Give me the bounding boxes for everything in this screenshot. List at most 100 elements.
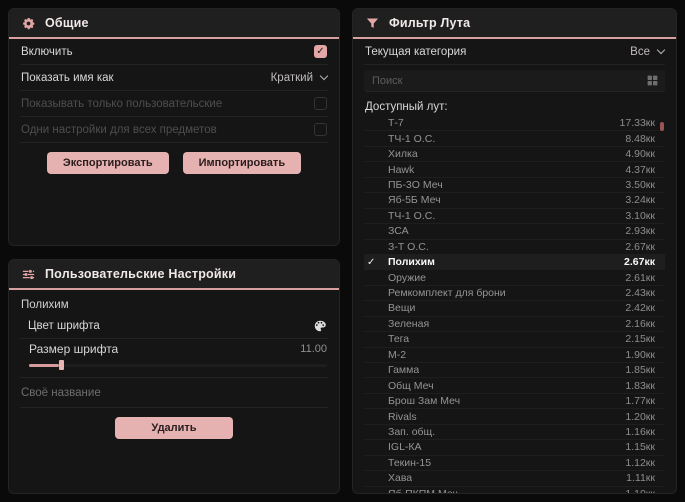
loot-list-item[interactable]: ✓ Зап. общ. 1.16кк (364, 425, 665, 441)
custom-settings-body: Полихим Цвет шрифта Размер шрифта 11.00 (9, 290, 339, 493)
loot-item-value: 1.10кк (625, 487, 655, 494)
delete-button[interactable]: Удалить (115, 417, 233, 439)
show-name-row: Показать имя как Краткий (20, 65, 329, 91)
loot-item-name: Яб-5Б Меч (388, 194, 441, 207)
loot-list-item[interactable]: ✓ Брош Зам Меч 1.77кк (364, 394, 665, 410)
loot-item-value: 1.11кк (626, 472, 655, 485)
loot-filter-header: Фильтр Лута (353, 9, 676, 39)
export-import-row: Экспортировать Импортировать (20, 143, 328, 180)
general-panel-body: Включить ✓ Показать имя как Краткий Пока… (9, 39, 339, 245)
loot-list-item[interactable]: ✓ ТЧ-1 О.С. 8.48кк (364, 131, 665, 147)
loot-item-value: 3.10кк (625, 209, 655, 222)
loot-list-item[interactable]: ✓ Гамма 1.85кк (364, 363, 665, 379)
loot-list-item[interactable]: ✓ Зеленая 2.16кк (364, 317, 665, 333)
loot-list-item[interactable]: ✓ Ремкомплект для брони 2.43кк (364, 286, 665, 302)
funnel-icon (365, 16, 380, 31)
loot-item-value: 4.37кк (625, 163, 655, 176)
custom-name-input[interactable] (20, 378, 328, 408)
loot-item-value: 2.67кк (625, 240, 655, 253)
loot-item-name: ЗСА (388, 225, 409, 238)
slider-thumb[interactable] (58, 360, 64, 370)
loot-item-name: Hawk (388, 163, 415, 176)
font-size-value: 11.00 (300, 343, 327, 355)
loot-list-item[interactable]: ✓ Rivals 1.20кк (364, 409, 665, 425)
loot-list-item[interactable]: ✓ Hawk 4.37кк (364, 162, 665, 178)
enable-checkbox[interactable]: ✓ (314, 45, 327, 58)
general-panel-title: Общие (45, 16, 89, 30)
enable-label: Включить (21, 45, 73, 58)
loot-item-name: Вещи (388, 302, 416, 315)
palette-icon[interactable] (313, 319, 327, 333)
scrollbar-thumb[interactable] (660, 122, 664, 131)
loot-list-item[interactable]: ✓ ПБ-3О Меч 3.50кк (364, 178, 665, 194)
loot-list-item[interactable]: ✓ Вещи 2.42кк (364, 301, 665, 317)
show-name-dropdown[interactable]: Краткий (270, 71, 329, 84)
loot-list-item[interactable]: ✓ Тега 2.15кк (364, 332, 665, 348)
loot-list-item[interactable]: ✓ Оружие 2.61кк (364, 270, 665, 286)
loot-list-item[interactable]: ✓ Т-7 17.33кк (364, 116, 665, 132)
loot-item-value: 1.15кк (625, 441, 655, 454)
loot-item-name: Полихим (388, 256, 435, 269)
loot-item-value: 1.20кк (625, 410, 655, 423)
only-custom-checkbox[interactable]: ✓ (314, 97, 327, 110)
loot-item-name: Текин-15 (388, 456, 432, 469)
only-custom-label: Показывать только пользовательские (21, 97, 223, 110)
only-custom-row: Показывать только пользовательские ✓ (20, 91, 328, 117)
loot-item-name: Оружие (388, 271, 426, 284)
import-button[interactable]: Импортировать (182, 152, 302, 174)
loot-item-value: 2.61кк (625, 271, 655, 284)
loot-item-value: 1.83кк (625, 379, 655, 392)
loot-item-value: 1.77кк (625, 395, 655, 408)
loot-filter-body: Текущая категория Все Доступный лут: (353, 39, 676, 494)
selected-item-name: Полихим (21, 299, 69, 311)
export-button[interactable]: Экспортировать (46, 152, 169, 174)
delete-row: Удалить (20, 408, 328, 445)
category-row: Текущая категория Все (364, 39, 666, 65)
loot-list-item[interactable]: ✓ Хилка 4.90кк (364, 147, 665, 163)
loot-item-value: 2.42кк (625, 302, 655, 315)
loot-item-value: 4.90кк (625, 148, 655, 161)
same-settings-row: Одни настройки для всех предметов ✓ (20, 117, 328, 143)
right-column: Фильтр Лута Текущая категория Все Досту (352, 8, 677, 494)
available-loot-label: Доступный лут: (365, 101, 448, 113)
loot-item-name: Хава (388, 472, 413, 485)
enable-row: Включить ✓ (20, 39, 328, 65)
loot-item-value: 2.67кк (624, 256, 655, 269)
loot-list-item[interactable]: ✓ Полихим 2.67кк (364, 254, 665, 271)
loot-item-name: IGL-КА (388, 441, 422, 454)
search-input[interactable] (370, 73, 646, 88)
loot-item-name: ТЧ-1 О.С. (388, 132, 436, 145)
checkmark-icon: ✓ (367, 256, 376, 268)
loot-list-item[interactable]: ✓ Яб-5Б Меч 3.24кк (364, 193, 665, 209)
category-dropdown[interactable]: Все (630, 46, 666, 58)
font-size-label: Размер шрифта (29, 342, 119, 356)
loot-item-value: 1.90кк (625, 348, 655, 361)
loot-list-item[interactable]: ✓ Яб-ПКПМ Меч 1.10кк (364, 487, 665, 494)
loot-item-value: 1.12кк (625, 456, 655, 469)
loot-item-name: ПБ-3О Меч (388, 178, 443, 191)
loot-item-name: Зап. общ. (388, 425, 436, 438)
loot-list-item[interactable]: ✓ З-Т О.С. 2.67кк (364, 240, 665, 255)
loot-list-item[interactable]: ✓ Хава 1.11кк (364, 471, 665, 487)
loot-item-name: Rivals (388, 410, 417, 423)
loot-item-value: 3.24кк (625, 194, 655, 207)
loot-list-item[interactable]: ✓ Текин-15 1.12кк (364, 456, 665, 472)
chevron-down-icon (319, 71, 329, 81)
loot-list-item[interactable]: ✓ IGL-КА 1.15кк (364, 440, 665, 456)
gear-icon (21, 16, 36, 31)
font-size-slider[interactable] (29, 360, 327, 370)
loot-list-item[interactable]: ✓ ЗСА 2.93кк (364, 224, 665, 240)
loot-filter-title: Фильтр Лута (389, 16, 471, 30)
loot-list-item[interactable]: ✓ ТЧ-1 О.С. 3.10кк (364, 209, 665, 225)
same-settings-checkbox[interactable]: ✓ (314, 123, 327, 136)
loot-item-name: М-2 (388, 348, 407, 361)
loot-item-value: 2.15кк (625, 333, 655, 346)
show-name-value: Краткий (270, 71, 313, 84)
loot-list-item[interactable]: ✓ М-2 1.90кк (364, 348, 665, 363)
grid-view-icon[interactable] (646, 74, 659, 87)
loot-item-value: 1.85кк (625, 364, 655, 377)
loot-list-item[interactable]: ✓ Общ Меч 1.83кк (364, 378, 665, 394)
loot-item-name: Т-7 (388, 117, 404, 130)
loot-list: ✓ Т-7 17.33кк ✓ ТЧ-1 О.С. 8.48кк (364, 116, 665, 494)
loot-item-value: 2.93кк (625, 225, 655, 238)
